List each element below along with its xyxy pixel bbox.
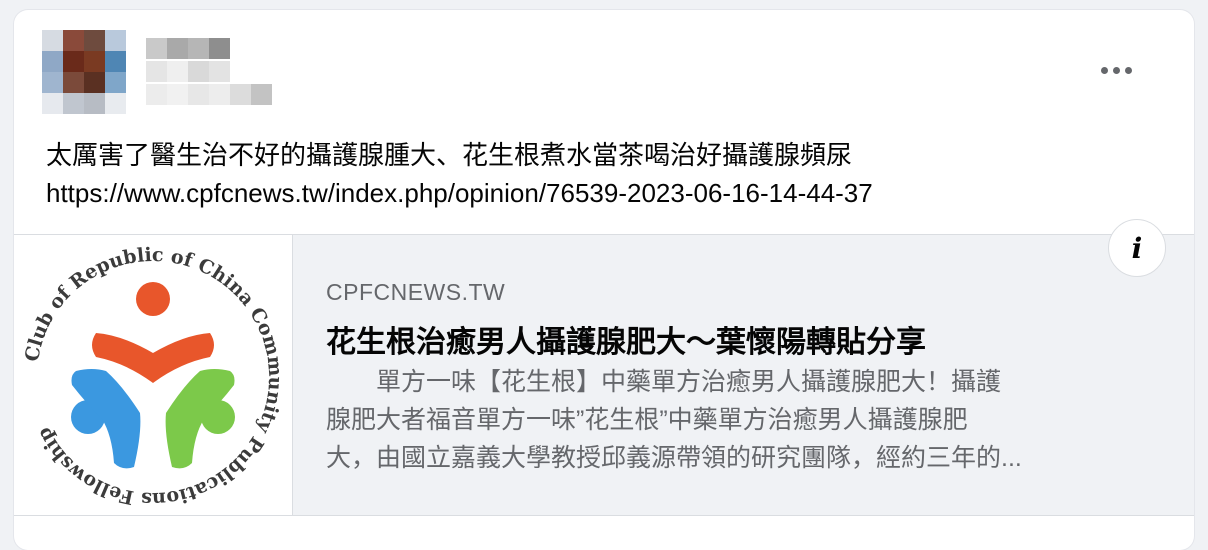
more-options-button[interactable] <box>1094 50 1138 90</box>
link-description: 單方一味【花生根】中藥單方治癒男人攝護腺肥大！攝護 腺肥大者福音單方一味”花生根… <box>326 363 1166 477</box>
link-domain: CPFCNEWS.TW <box>326 279 506 305</box>
more-horizontal-icon <box>1100 66 1108 74</box>
link-description-line: 單方一味【花生根】中藥單方治癒男人攝護腺肥大！攝護 <box>326 368 1002 396</box>
cpfc-logo: Club of Republic of China Community Publ… <box>21 244 286 510</box>
link-preview[interactable]: Club of Republic of China Community Publ… <box>14 219 1194 516</box>
link-description-line: 腺肥大者福音單方一味”花生根”中藥單方治癒男人攝護腺肥 <box>326 406 968 434</box>
link-title[interactable]: 花生根治癒男人攝護腺肥大～葉懷陽轉貼分享 <box>326 317 926 361</box>
post-link-url[interactable]: https://www.cpfcnews.tw/index.php/opinio… <box>46 174 873 212</box>
author-name-blurred[interactable] <box>146 38 272 108</box>
avatar[interactable] <box>42 30 126 114</box>
info-button[interactable]: i <box>1108 219 1166 277</box>
info-icon: i <box>1131 231 1143 265</box>
post-card: 太厲害了醫生治不好的攝護腺腫大、花生根煮水當茶喝治好攝護腺頻尿 https://… <box>14 10 1194 550</box>
link-description-line: 大，由國立嘉義大學教授邱義源帶領的研究團隊，經約三年的... <box>326 444 1022 472</box>
post-text-line: 太厲害了醫生治不好的攝護腺腫大、花生根煮水當茶喝治好攝護腺頻尿 <box>46 140 853 170</box>
link-thumbnail[interactable]: Club of Republic of China Community Publ… <box>14 235 293 515</box>
post-message: 太厲害了醫生治不好的攝護腺腫大、花生根煮水當茶喝治好攝護腺頻尿 https://… <box>46 136 873 212</box>
